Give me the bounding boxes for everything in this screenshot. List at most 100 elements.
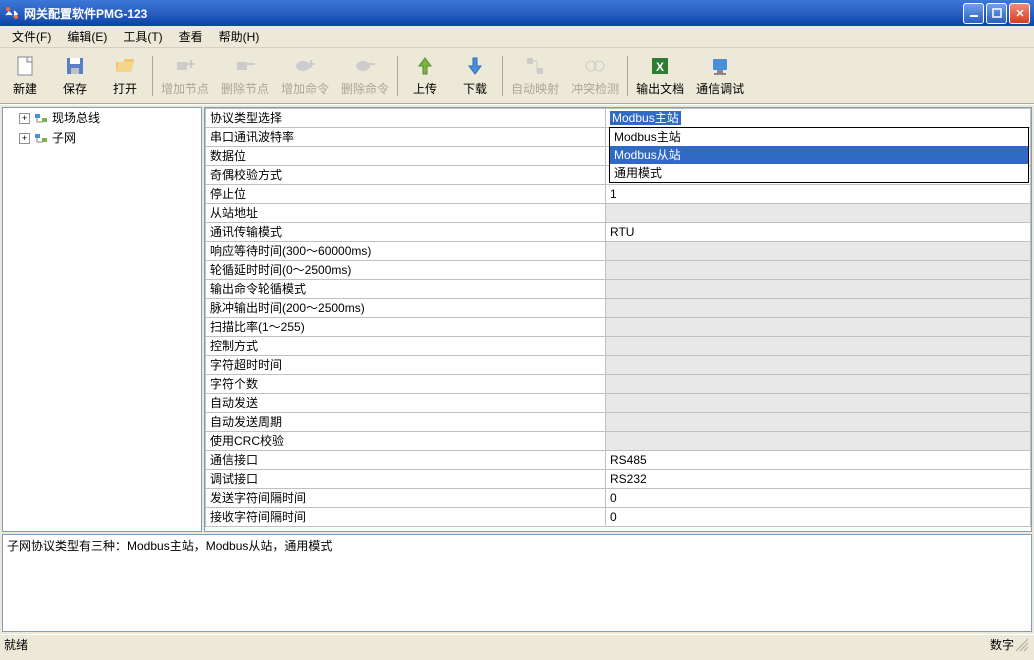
grid-label-cell: 脉冲输出时间(200～2500ms) <box>206 299 606 318</box>
expand-icon[interactable]: + <box>19 113 30 124</box>
toolbar-excel-button[interactable]: X输出文档 <box>630 50 690 102</box>
node-icon <box>33 110 49 126</box>
grid-row[interactable]: 发送字符间隔时间0 <box>206 489 1031 508</box>
toolbar-label: 下载 <box>463 80 487 97</box>
grid-row[interactable]: 通讯传输模式RTU <box>206 223 1031 242</box>
grid-value-cell[interactable]: 0 <box>606 508 1031 527</box>
grid-value-cell[interactable] <box>606 413 1031 432</box>
grid-row[interactable]: 从站地址 <box>206 204 1031 223</box>
grid-row[interactable]: 调试接口RS232 <box>206 470 1031 489</box>
toolbar-debug-button[interactable]: 通信调试 <box>690 50 750 102</box>
dropdown-option[interactable]: 通用模式 <box>610 164 1028 182</box>
status-right: 数字 <box>990 636 1014 653</box>
toolbar-save-button[interactable]: 保存 <box>50 50 100 102</box>
grid-row[interactable]: 自动发送周期 <box>206 413 1031 432</box>
grid-label-cell: 发送字符间隔时间 <box>206 489 606 508</box>
grid-row[interactable]: 输出命令轮循模式 <box>206 280 1031 299</box>
toolbar-add-cmd-button: 增加命令 <box>275 50 335 102</box>
menu-file[interactable]: 文件(F) <box>4 26 59 47</box>
grid-value-cell[interactable] <box>606 337 1031 356</box>
property-grid[interactable]: 协议类型选择Modbus主站串口通讯波特率数据位奇偶校验方式停止位1从站地址通讯… <box>204 107 1032 532</box>
resize-grip-icon[interactable] <box>1014 637 1030 653</box>
node-icon <box>33 130 49 146</box>
dropdown-option[interactable]: Modbus从站 <box>610 146 1028 164</box>
maximize-button[interactable] <box>986 3 1007 24</box>
menu-edit[interactable]: 编辑(E) <box>59 26 115 47</box>
grid-label-cell: 停止位 <box>206 185 606 204</box>
grid-label-cell: 自动发送 <box>206 394 606 413</box>
grid-label-cell: 串口通讯波特率 <box>206 128 606 147</box>
grid-row[interactable]: 协议类型选择Modbus主站 <box>206 109 1031 128</box>
grid-label-cell: 奇偶校验方式 <box>206 166 606 185</box>
expand-icon[interactable]: + <box>19 133 30 144</box>
grid-value-cell[interactable]: RTU <box>606 223 1031 242</box>
menu-view[interactable]: 查看 <box>171 26 211 47</box>
grid-value-cell[interactable] <box>606 204 1031 223</box>
grid-value-cell[interactable] <box>606 394 1031 413</box>
grid-row[interactable]: 字符个数 <box>206 375 1031 394</box>
window-title: 网关配置软件PMG-123 <box>24 5 963 22</box>
toolbar-open-button[interactable]: 打开 <box>100 50 150 102</box>
grid-value-cell[interactable] <box>606 280 1031 299</box>
toolbar-upload-button[interactable]: 上传 <box>400 50 450 102</box>
grid-label-cell: 输出命令轮循模式 <box>206 280 606 299</box>
grid-row[interactable]: 脉冲输出时间(200～2500ms) <box>206 299 1031 318</box>
tree-node-subnet[interactable]: + 子网 <box>3 128 201 148</box>
grid-value-cell[interactable] <box>606 375 1031 394</box>
grid-label-cell: 响应等待时间(300～60000ms) <box>206 242 606 261</box>
grid-row[interactable]: 轮循延时时间(0～2500ms) <box>206 261 1031 280</box>
toolbar-label: 增加命令 <box>281 80 329 97</box>
grid-label-cell: 从站地址 <box>206 204 606 223</box>
toolbar-conflict-button: 冲突检测 <box>565 50 625 102</box>
grid-value-cell[interactable] <box>606 432 1031 451</box>
grid-row[interactable]: 扫描比率(1～255) <box>206 318 1031 337</box>
grid-row[interactable]: 使用CRC校验 <box>206 432 1031 451</box>
grid-value-cell[interactable]: 1 <box>606 185 1031 204</box>
tree-panel[interactable]: + 现场总线 + 子网 <box>2 107 202 532</box>
grid-row[interactable]: 自动发送 <box>206 394 1031 413</box>
toolbar-label: 删除节点 <box>221 80 269 97</box>
grid-value-cell[interactable] <box>606 242 1031 261</box>
grid-label-cell: 数据位 <box>206 147 606 166</box>
grid-label-cell: 轮循延时时间(0～2500ms) <box>206 261 606 280</box>
grid-label-cell: 通信接口 <box>206 451 606 470</box>
grid-label-cell: 字符超时时间 <box>206 356 606 375</box>
menu-bar: 文件(F) 编辑(E) 工具(T) 查看 帮助(H) <box>0 26 1034 48</box>
title-bar: 网关配置软件PMG-123 <box>0 0 1034 26</box>
menu-help[interactable]: 帮助(H) <box>211 26 268 47</box>
app-icon <box>4 5 20 21</box>
grid-value-cell[interactable]: RS232 <box>606 470 1031 489</box>
svg-text:X: X <box>656 60 664 74</box>
grid-value-cell[interactable]: 0 <box>606 489 1031 508</box>
grid-value-cell[interactable] <box>606 261 1031 280</box>
grid-row[interactable]: 响应等待时间(300～60000ms) <box>206 242 1031 261</box>
excel-icon: X <box>648 54 672 78</box>
upload-icon <box>413 54 437 78</box>
close-button[interactable] <box>1009 3 1030 24</box>
minimize-button[interactable] <box>963 3 984 24</box>
menu-tools[interactable]: 工具(T) <box>115 26 170 47</box>
toolbar-new-button[interactable]: 新建 <box>0 50 50 102</box>
grid-value-cell[interactable]: RS485 <box>606 451 1031 470</box>
open-icon <box>113 54 137 78</box>
toolbar-label: 保存 <box>63 80 87 97</box>
grid-row[interactable]: 接收字符间隔时间0 <box>206 508 1031 527</box>
grid-row[interactable]: 控制方式 <box>206 337 1031 356</box>
dropdown-list[interactable]: Modbus主站Modbus从站通用模式 <box>609 127 1029 183</box>
grid-label-cell: 使用CRC校验 <box>206 432 606 451</box>
grid-value-cell[interactable] <box>606 299 1031 318</box>
grid-row[interactable]: 停止位1 <box>206 185 1031 204</box>
dropdown-option[interactable]: Modbus主站 <box>610 128 1028 146</box>
grid-label-cell: 通讯传输模式 <box>206 223 606 242</box>
grid-value-cell[interactable] <box>606 356 1031 375</box>
grid-row[interactable]: 字符超时时间 <box>206 356 1031 375</box>
toolbar-label: 新建 <box>13 80 37 97</box>
toolbar-download-button[interactable]: 下载 <box>450 50 500 102</box>
grid-value-cell[interactable]: Modbus主站 <box>606 109 1031 128</box>
grid-value-cell[interactable] <box>606 318 1031 337</box>
toolbar-label: 增加节点 <box>161 80 209 97</box>
toolbar: 新建保存打开增加节点删除节点增加命令删除命令上传下载自动映射冲突检测X输出文档通… <box>0 48 1034 104</box>
tree-label: 子网 <box>52 129 76 147</box>
tree-node-fieldbus[interactable]: + 现场总线 <box>3 108 201 128</box>
grid-row[interactable]: 通信接口RS485 <box>206 451 1031 470</box>
